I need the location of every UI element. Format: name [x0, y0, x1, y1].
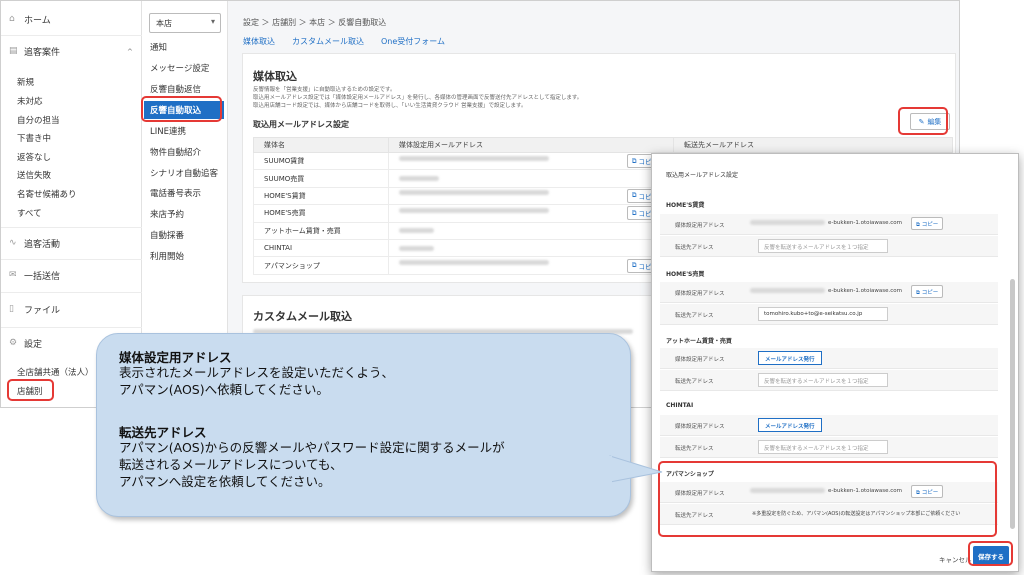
copy-icon: ⧉	[631, 261, 637, 270]
chevron-up-icon: ^	[127, 47, 133, 56]
submenu-line[interactable]: LINE連携	[150, 125, 186, 137]
file-icon: ▯	[9, 304, 14, 314]
highlight-autoimport	[141, 96, 222, 122]
sidebar-item-files[interactable]: ▯ ファイル	[9, 303, 60, 317]
submenu-autoreply[interactable]: 反響自動返信	[150, 83, 201, 95]
submenu-property[interactable]: 物件自動紹介	[150, 146, 201, 158]
copy-button[interactable]: ⧉ コピー	[911, 285, 944, 298]
athome-media-row: 媒体設定用アドレス メールアドレス発行	[660, 348, 998, 369]
homes-chintai-forward-row: 転送先アドレス 反響を転送するメールアドレスを１つ指定	[660, 236, 998, 257]
instruction-callout: 媒体設定用アドレス 表示されたメールアドレスを設定いただくよう、 アパマン(AO…	[96, 333, 631, 517]
chintai-forward-row: 転送先アドレス 反響を転送するメールアドレスを１つ指定	[660, 437, 998, 458]
sidebar-item-new[interactable]: 新規	[17, 76, 34, 88]
copy-button[interactable]: ⧉ コピー	[911, 217, 944, 230]
tab-custom-mail[interactable]: カスタムメール取込	[292, 36, 364, 47]
scrollbar[interactable]	[1010, 279, 1015, 529]
issue-address-button[interactable]: メールアドレス発行	[758, 418, 822, 432]
issue-address-button[interactable]: メールアドレス発行	[758, 351, 822, 365]
shop-select[interactable]: 本店 ▾	[149, 13, 221, 33]
list-icon: ▤	[9, 46, 18, 56]
submenu-numbering[interactable]: 自動採番	[150, 229, 184, 241]
callout-pointer	[606, 455, 663, 483]
forward-address-input[interactable]: 反響を転送するメールアドレスを１つ指定	[758, 239, 888, 253]
highlight-shop-settings	[7, 379, 54, 401]
submenu-scenario[interactable]: シナリオ自動追客	[150, 167, 218, 179]
sidebar-item-mine[interactable]: 自分の担当	[17, 114, 60, 126]
tab-bar: 媒体取込 カスタムメール取込 One受付フォーム	[243, 36, 445, 47]
copy-icon: ⧉	[631, 156, 637, 165]
table-header: 媒体名 媒体設定用メールアドレス 転送先メールアドレス	[253, 137, 953, 153]
chevron-down-icon: ▾	[210, 17, 215, 26]
athome-forward-row: 転送先アドレス 反響を転送するメールアドレスを１つ指定	[660, 370, 998, 391]
home-icon: ⌂	[9, 14, 15, 24]
forward-address-input[interactable]: tomohiro.kubo+to@e-seikatsu.co.jp	[758, 307, 888, 321]
sidebar-item-settings[interactable]: ⚙ 設定	[9, 337, 42, 351]
sidebar-item-bulk[interactable]: ✉ 一括送信	[9, 269, 60, 283]
homes-chintai-media-row: 媒体設定用アドレス e-bukken-1.otoiawase.com ⧉ コピー	[660, 214, 998, 235]
sidebar-item-noreply[interactable]: 返答なし	[17, 151, 51, 163]
submenu-message[interactable]: メッセージ設定	[150, 62, 209, 74]
homes-baibai-media-row: 媒体設定用アドレス e-bukken-1.otoiawase.com ⧉ コピー	[660, 282, 998, 303]
sidebar-item-unhandled[interactable]: 未対応	[17, 95, 43, 107]
sidebar-item-draft[interactable]: 下書き中	[17, 132, 51, 144]
activity-icon: ∿	[9, 238, 17, 248]
tab-media-import[interactable]: 媒体取込	[243, 36, 275, 47]
sidebar-item-failed[interactable]: 送信失敗	[17, 169, 51, 181]
submenu-notify[interactable]: 通知	[150, 41, 167, 53]
section-title: 取込用メールアドレス設定	[253, 120, 349, 129]
card-title: カスタムメール取込	[253, 310, 352, 323]
card-title: 媒体取込	[253, 70, 297, 83]
sidebar-item-common[interactable]: 全店舗共通（法人）	[17, 366, 94, 378]
sidebar-item-merge[interactable]: 名寄せ候補あり	[17, 188, 77, 200]
sidebar-item-home[interactable]: ⌂ ホーム	[9, 13, 51, 27]
highlight-save-button	[968, 541, 1013, 566]
forward-address-input[interactable]: 反響を転送するメールアドレスを１つ指定	[758, 440, 888, 454]
mail-icon: ✉	[9, 270, 17, 280]
submenu-visit[interactable]: 来店予約	[150, 208, 184, 220]
forward-address-input[interactable]: 反響を転送するメールアドレスを１つ指定	[758, 373, 888, 387]
callout-heading-media: 媒体設定用アドレス	[119, 350, 232, 365]
highlight-apaman-section	[658, 461, 997, 537]
gear-icon: ⚙	[9, 338, 18, 348]
submenu-start[interactable]: 利用開始	[150, 250, 184, 262]
chintai-media-row: 媒体設定用アドレス メールアドレス発行	[660, 415, 998, 436]
homes-baibai-forward-row: 転送先アドレス tomohiro.kubo+to@e-seikatsu.co.jp	[660, 304, 998, 325]
sidebar-item-cases[interactable]: ▤ 追客案件 ^	[9, 45, 133, 59]
copy-icon: ⧉	[631, 208, 637, 217]
copy-icon: ⧉	[631, 191, 637, 200]
sidebar-item-all[interactable]: すべて	[17, 207, 42, 219]
cancel-button[interactable]: キャンセル	[939, 554, 972, 564]
callout-heading-forward: 転送先アドレス	[119, 425, 207, 440]
tab-one-form[interactable]: One受付フォーム	[381, 36, 445, 47]
sidebar-item-activity[interactable]: ∿ 追客活動	[9, 237, 60, 251]
highlight-edit-button	[898, 107, 948, 135]
submenu-phone[interactable]: 電話番号表示	[150, 187, 201, 199]
breadcrumb: 設定 ＞ 店舗別 ＞ 本店 ＞ 反響自動取込	[243, 18, 387, 27]
